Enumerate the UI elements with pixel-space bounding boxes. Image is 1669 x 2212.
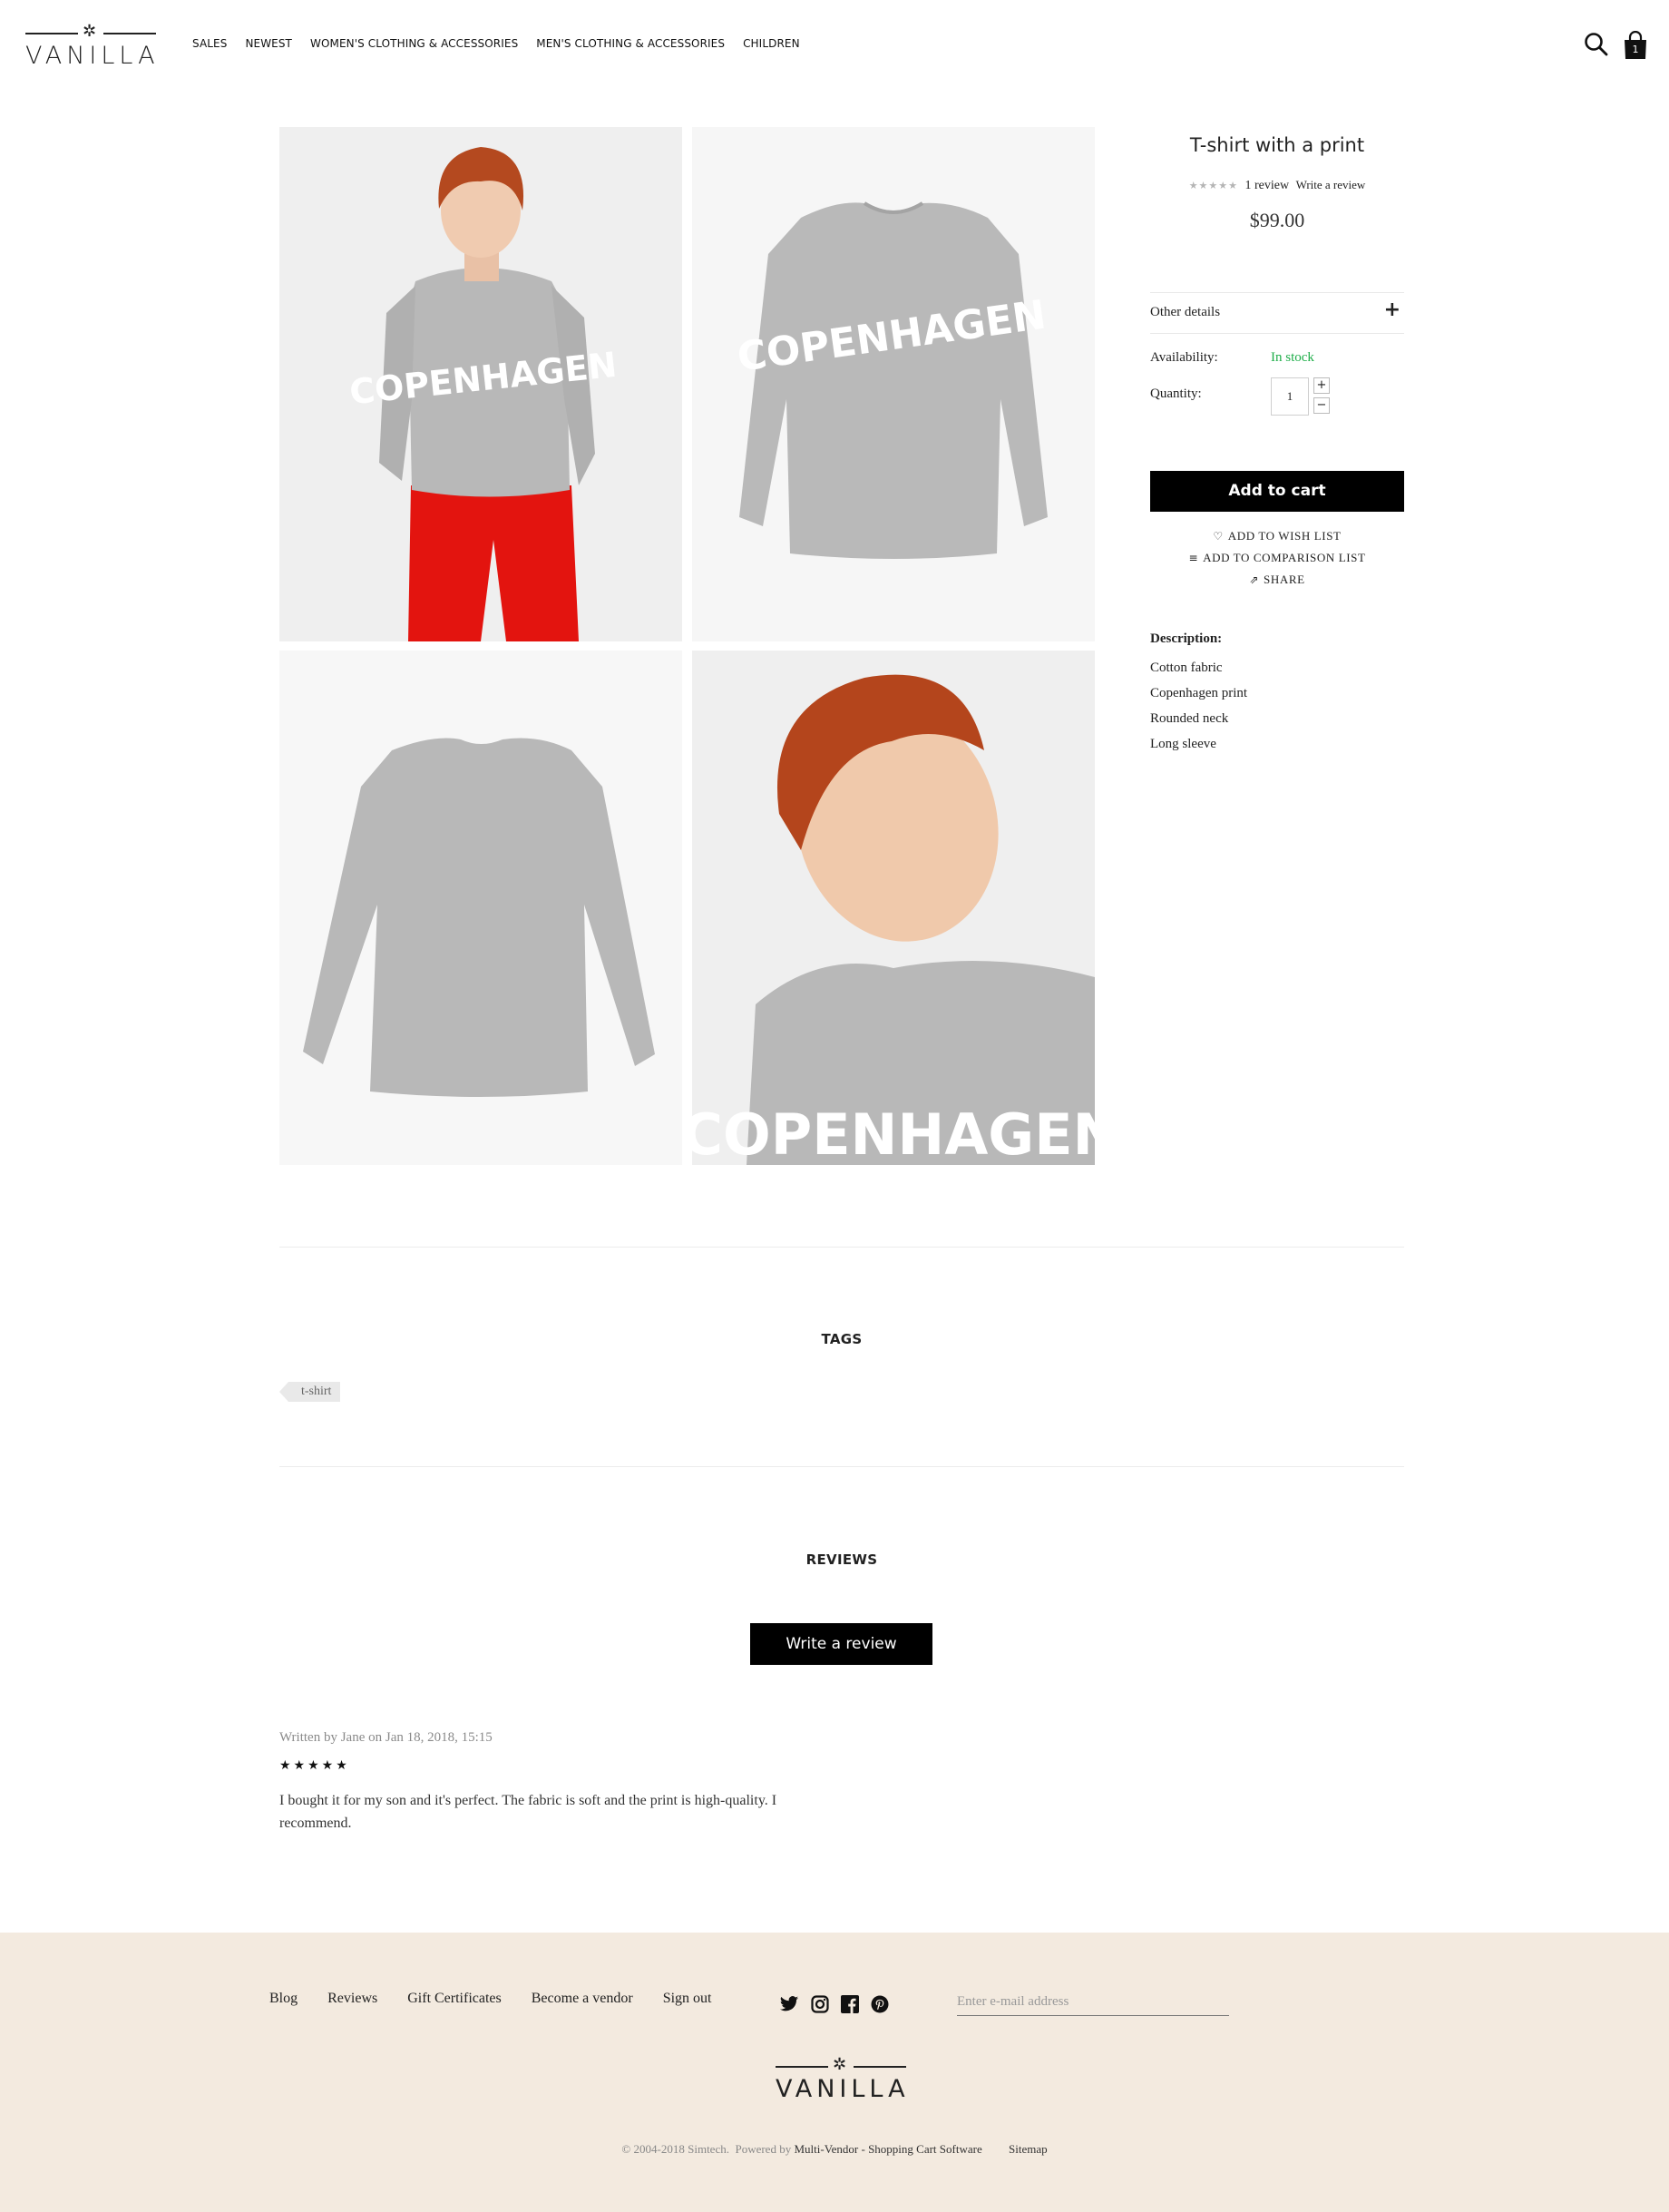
footer-logo-text: VANILLA <box>776 2075 910 2103</box>
footer-link-become-vendor[interactable]: Become a vendor <box>532 1991 633 2007</box>
twitter-icon[interactable] <box>779 1995 799 2013</box>
nav-item-children[interactable]: CHILDREN <box>743 37 800 50</box>
tags-heading: TAGS <box>821 1331 863 1347</box>
write-review-link[interactable]: Write a review <box>1296 178 1366 191</box>
main-nav: SALES NEWEST WOMEN'S CLOTHING & ACCESSOR… <box>192 37 818 50</box>
reviews-heading: REVIEWS <box>805 1551 878 1568</box>
review-count-link[interactable]: 1 review <box>1245 179 1290 192</box>
nav-item-sales[interactable]: SALES <box>192 37 227 50</box>
footer-logo-line-right <box>854 2066 906 2068</box>
product-title: T-shirt with a print <box>1189 134 1365 156</box>
footer-link-blog[interactable]: Blog <box>269 1991 298 2007</box>
boy-portrait-image: COPENHAGEN <box>692 651 1095 1165</box>
nav-item-mens[interactable]: MEN'S CLOTHING & ACCESSORIES <box>536 37 725 50</box>
cart-button[interactable]: 1 <box>1622 30 1649 60</box>
add-to-comparison-link[interactable]: ≡ ADD TO COMPARISON LIST <box>1150 551 1404 565</box>
footer-link-reviews[interactable]: Reviews <box>327 1991 377 2007</box>
availability-label: Availability: <box>1150 350 1218 365</box>
description-item: Copenhagen print <box>1150 686 1248 700</box>
product-image-3[interactable] <box>279 651 682 1165</box>
description-item: Long sleeve <box>1150 737 1216 751</box>
footer-link-gift-certificates[interactable]: Gift Certificates <box>407 1991 502 2007</box>
plus-icon: + <box>1383 299 1401 321</box>
quantity-label: Quantity: <box>1150 387 1202 401</box>
nav-item-newest[interactable]: NEWEST <box>245 37 292 50</box>
add-to-wish-list-link[interactable]: ♡ ADD TO WISH LIST <box>1150 529 1404 543</box>
write-review-button[interactable]: Write a review <box>750 1623 932 1665</box>
shirt-print-text-closeup: COPENHAGEN <box>692 1101 1095 1165</box>
footer-links: Blog Reviews Gift Certificates Become a … <box>269 1991 742 2007</box>
footer-logo-line-left <box>776 2066 828 2068</box>
review-meta: Written by Jane on Jan 18, 2018, 15:15 <box>279 1730 493 1745</box>
nav-item-womens[interactable]: WOMEN'S CLOTHING & ACCESSORIES <box>310 37 518 50</box>
instagram-icon[interactable] <box>811 1995 829 2013</box>
site-header: ✲ VANILLA SALES NEWEST WOMEN'S CLOTHING … <box>0 0 1669 91</box>
shirt-back-image <box>279 651 682 1165</box>
heart-icon: ♡ <box>1213 530 1224 543</box>
add-to-cart-button[interactable]: Add to cart <box>1150 471 1404 512</box>
shirt-front-image: COPENHAGEN <box>692 127 1095 641</box>
share-icon: ⇗ <box>1249 573 1260 586</box>
footer-link-sign-out[interactable]: Sign out <box>663 1991 712 2007</box>
copyright-bar: © 2004-2018 Simtech. Powered by Multi-Ve… <box>0 2142 1669 2157</box>
quantity-increase-button[interactable]: + <box>1313 377 1330 394</box>
tag-item[interactable]: t-shirt <box>278 1382 341 1402</box>
review-stars: ★★★★★ <box>279 1758 350 1773</box>
social-icons <box>779 1995 889 2013</box>
powered-by-link[interactable]: Multi-Vendor - Shopping Cart Software <box>794 2142 981 2156</box>
wish-list-label: ADD TO WISH LIST <box>1227 529 1342 543</box>
newsletter-email-input[interactable]: Enter e-mail address <box>957 1992 1229 2016</box>
availability-value: In stock <box>1271 350 1314 365</box>
divider <box>279 1466 1404 1467</box>
facebook-icon[interactable] <box>841 1995 859 2013</box>
logo-bug-icon: ✲ <box>83 22 97 41</box>
pinterest-icon[interactable] <box>871 1995 889 2013</box>
rating-stars: ★★★★★ <box>1188 181 1238 191</box>
cart-count-badge: 1 <box>1632 44 1639 55</box>
logo-text: VANILLA <box>25 42 160 70</box>
quantity-input[interactable]: 1 <box>1271 377 1309 416</box>
copyright-text: © 2004-2018 Simtech. <box>621 2142 729 2156</box>
review-text: I bought it for my son and it's perfect.… <box>279 1793 777 1831</box>
logo-line-right <box>103 33 156 34</box>
description-item: Cotton fabric <box>1150 661 1223 675</box>
quantity-decrease-button[interactable]: − <box>1313 397 1330 414</box>
vanilla-logo[interactable]: ✲ VANILLA <box>25 22 160 70</box>
footer-logo-bug-icon: ✲ <box>833 2055 847 2074</box>
description-heading: Description: <box>1150 631 1223 646</box>
powered-by-label: Powered by <box>735 2142 792 2156</box>
footer-logo[interactable]: ✲ VANILLA <box>776 2055 910 2103</box>
share-label: SHARE <box>1264 573 1305 586</box>
search-icon[interactable] <box>1584 31 1609 58</box>
logo-line-left <box>25 33 78 34</box>
other-details-toggle[interactable]: Other details + <box>1150 292 1404 334</box>
other-details-label: Other details <box>1150 305 1221 319</box>
boy-standing-image: COPENHAGEN <box>279 127 682 641</box>
description-item: Rounded neck <box>1150 711 1229 726</box>
product-image-4[interactable]: COPENHAGEN <box>692 651 1095 1165</box>
comparison-label: ADD TO COMPARISON LIST <box>1203 551 1366 564</box>
product-image-1[interactable]: COPENHAGEN <box>279 127 682 641</box>
divider <box>279 1247 1404 1248</box>
rating-row: ★★★★★ 1 review Write a review <box>1150 178 1404 193</box>
sitemap-link[interactable]: Sitemap <box>1009 2142 1048 2156</box>
site-footer: Blog Reviews Gift Certificates Become a … <box>0 1933 1669 2212</box>
share-link[interactable]: ⇗ SHARE <box>1150 573 1404 587</box>
compare-list-icon: ≡ <box>1188 552 1199 564</box>
product-image-2[interactable]: COPENHAGEN <box>692 127 1095 641</box>
product-price: $99.00 <box>1249 209 1305 231</box>
